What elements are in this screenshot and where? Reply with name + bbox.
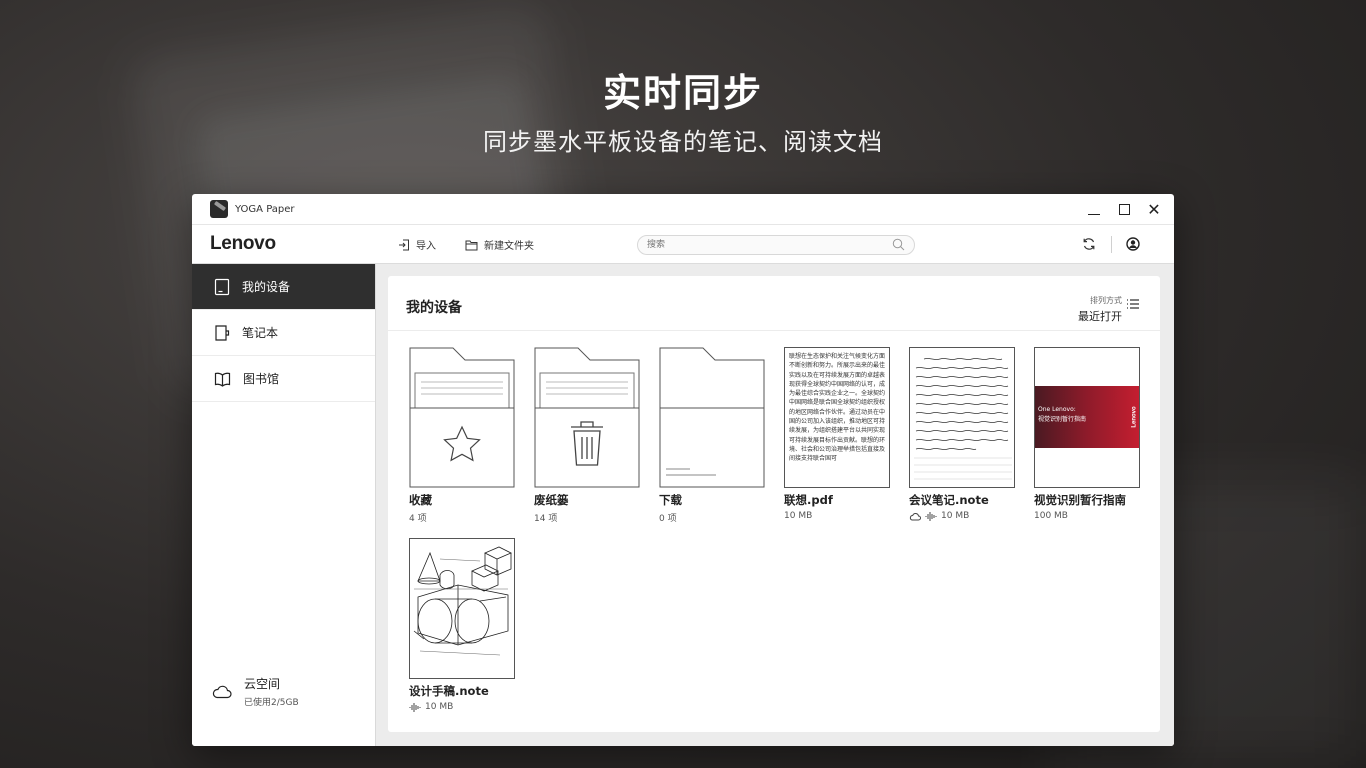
sidebar-item-label: 图书馆 [243,372,280,386]
cover-line-1: One Lenovo: [1038,406,1076,413]
cloud-sync-icon [909,512,921,520]
file-panel: 我的设备 排列方式 最近打开 收藏 4 项 废纸篓 14 项 下载 0 项 联想… [388,276,1160,732]
file-name: 收藏 [409,493,432,507]
close-icon: ✕ [1147,199,1161,219]
handwriting-preview [914,358,1012,480]
window-controls: ✕ [1086,194,1162,225]
file-meta: 10 MB [784,511,813,521]
sync-icon[interactable] [1082,237,1096,251]
import-label: 导入 [416,241,436,252]
app-icon [210,200,228,218]
app-body: 我的设备 笔记本 图书馆 云空间 已使用2/5GB 我的设备 排列方式 最近打开… [192,264,1174,746]
main-content: 我的设备 排列方式 最近打开 收藏 4 项 废纸篓 14 项 下载 0 项 联想… [376,264,1174,746]
trash-icon [571,421,603,466]
file-name: 视觉识别暂行指南 [1034,493,1126,507]
folder-icon [409,347,515,488]
star-icon [443,425,481,462]
new-folder-button[interactable]: 新建文件夹 [465,237,534,252]
import-button[interactable]: 导入 [398,237,436,252]
file-name: 废纸篓 [534,493,569,507]
cover-brand: Lenovo [1131,406,1138,428]
import-icon [399,239,409,250]
toolbar: Lenovo 导入 新建文件夹 [192,225,1174,264]
sidebar-item-my-devices[interactable]: 我的设备 [192,264,375,310]
file-name: 下载 [659,493,682,507]
file-item-vi-guide[interactable]: One Lenovo: 视觉识别暂行指南 Lenovo 视觉识别暂行指南 100… [1034,347,1140,521]
sidebar-item-notebook[interactable]: 笔记本 [192,310,375,356]
hero-subtitle: 同步墨水平板设备的笔记、阅读文档 [483,128,883,156]
minimize-button[interactable] [1086,202,1102,218]
sidebar-item-label: 笔记本 [242,326,279,340]
file-item-favorites[interactable]: 收藏 4 项 [409,347,515,524]
file-item-meeting-note[interactable]: 会议笔记.note 10 MB [909,347,1015,521]
search-icon[interactable] [892,238,905,251]
panel-header: 我的设备 排列方式 最近打开 [388,276,1160,331]
list-view-icon[interactable] [1126,298,1140,310]
sidebar-item-label: 我的设备 [242,280,291,294]
cloud-icon [212,685,232,698]
file-meta: 100 MB [1034,511,1068,521]
file-meta: 0 项 [659,514,677,524]
sidebar-item-library[interactable]: 图书馆 [192,356,375,402]
audio-wave-icon [409,702,421,712]
title-bar[interactable]: YOGA Paper ✕ [192,194,1174,225]
file-item-design-sketch[interactable]: 设计手稿.note 10 MB [409,538,515,712]
file-name: 会议笔记.note [909,493,989,507]
new-folder-label: 新建文件夹 [484,241,534,252]
file-meta: 10 MB [425,702,454,712]
audio-wave-icon [925,511,937,521]
maximize-icon [1118,204,1130,215]
cloud-usage: 已使用2/5GB [244,698,299,708]
notebook-icon [215,324,230,341]
app-title: YOGA Paper [235,203,295,215]
search-input[interactable] [637,235,915,255]
hero-title: 实时同步 [602,71,763,115]
new-folder-icon [465,240,478,250]
sidebar: 我的设备 笔记本 图书馆 云空间 已使用2/5GB [192,264,376,746]
file-meta: 4 项 [409,514,427,524]
pdf-preview-text: 联想在生态保护和关注气候变化方面不断创新和努力。所展示出来的最佳实践以及在可持续… [789,353,886,463]
book-cover: One Lenovo: 视觉识别暂行指南 Lenovo [1035,386,1139,448]
app-window: YOGA Paper ✕ Lenovo 导入 新建文件夹 我的设备 [192,194,1174,746]
file-item-lenovo-pdf[interactable]: 联想在生态保护和关注气候变化方面不断创新和努力。所展示出来的最佳实践以及在可持续… [784,347,890,521]
tablet-icon [214,278,230,295]
close-button[interactable]: ✕ [1146,199,1162,219]
toolbar-divider [1111,236,1112,253]
sort-caption: 排列方式 [1090,296,1122,305]
file-item-downloads[interactable]: 下载 0 项 [659,347,765,524]
folder-icon [659,347,765,488]
cloud-storage[interactable]: 云空间 已使用2/5GB [212,675,299,708]
minimize-icon [1088,214,1100,215]
file-item-trash[interactable]: 废纸篓 14 项 [534,347,640,524]
sort-dropdown[interactable]: 排列方式 最近打开 [1078,295,1122,324]
cover-line-2: 视觉识别暂行指南 [1038,416,1087,423]
file-meta: 14 项 [534,514,558,524]
sort-value: 最近打开 [1078,310,1122,323]
book-icon [214,372,231,387]
page-title: 我的设备 [406,300,462,316]
cloud-label: 云空间 [244,677,281,691]
brand-logo: Lenovo [210,233,276,254]
file-name: 联想.pdf [784,493,833,507]
file-meta: 10 MB [941,511,970,521]
sketch-preview [413,546,512,656]
file-name: 设计手稿.note [409,684,489,698]
maximize-button[interactable] [1116,202,1132,218]
user-avatar-icon[interactable] [1126,237,1140,251]
